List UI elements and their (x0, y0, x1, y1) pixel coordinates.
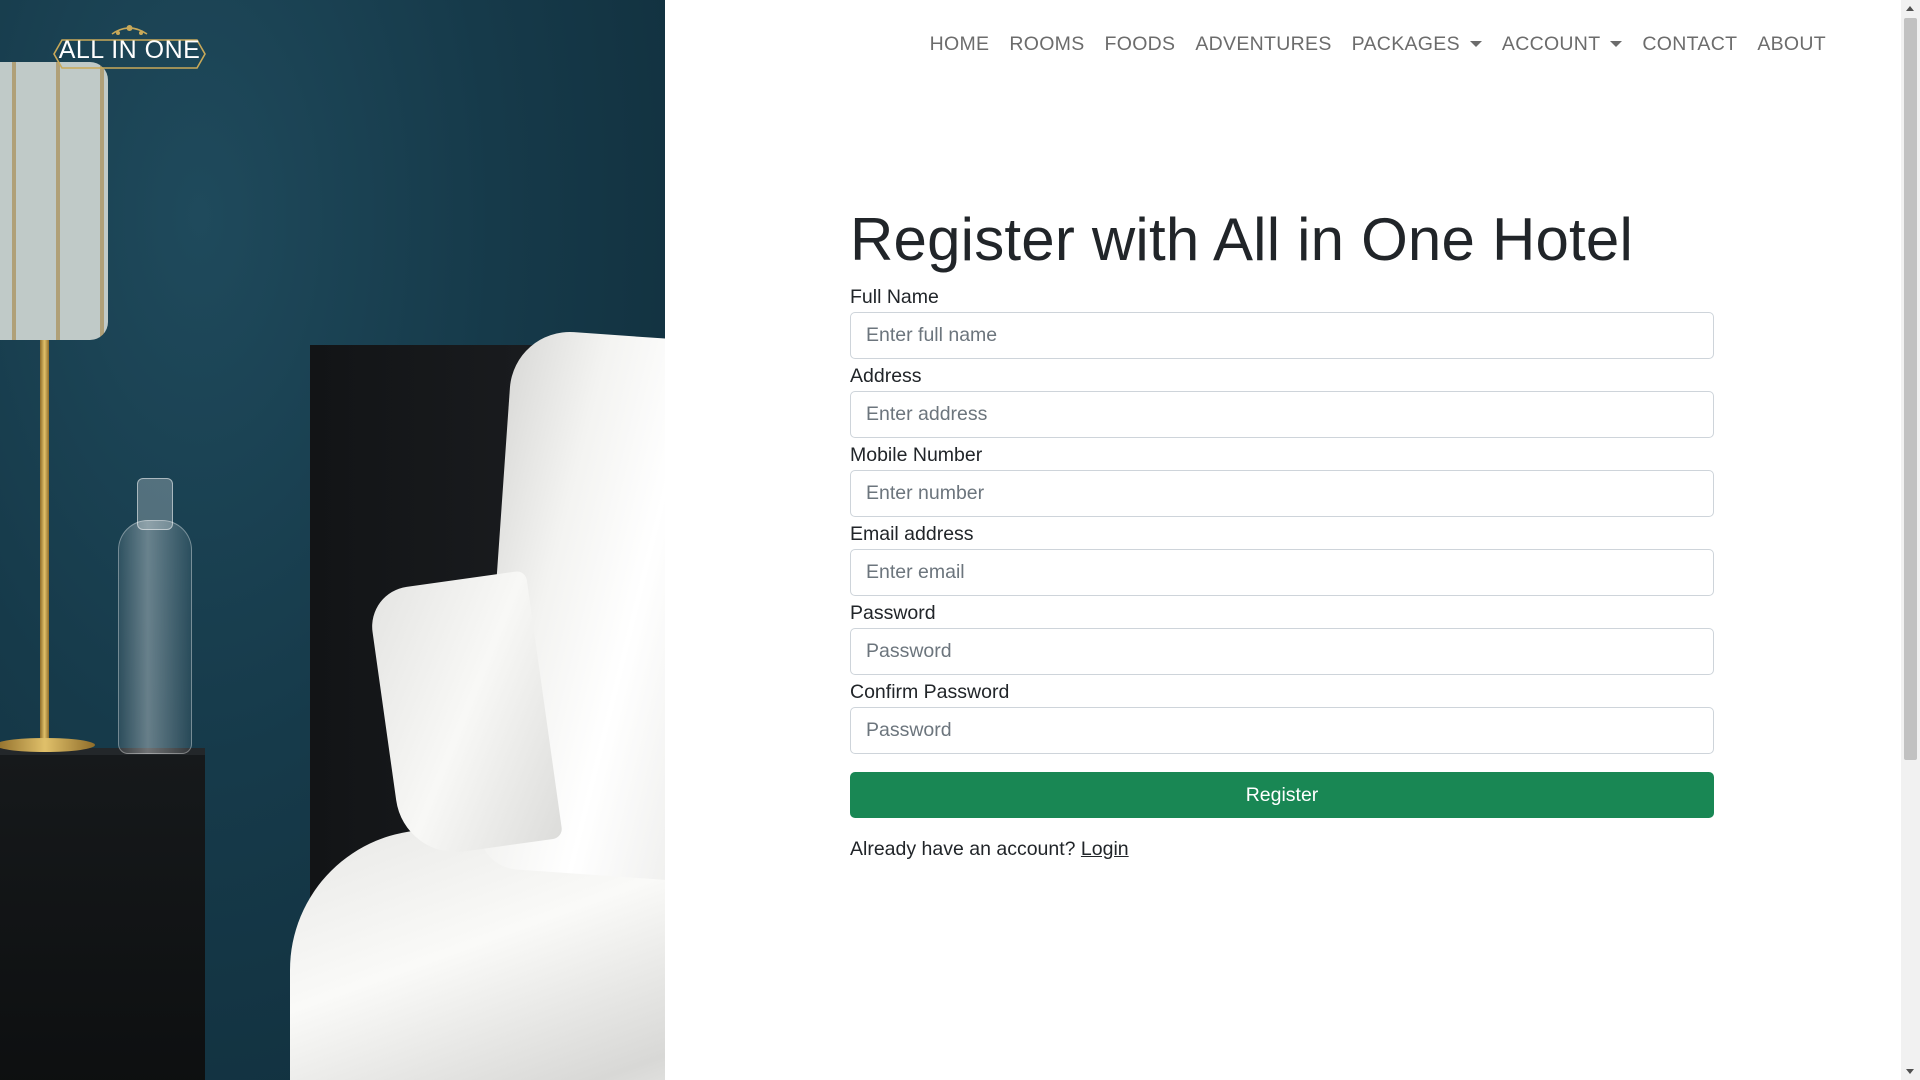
chevron-down-icon (1610, 41, 1623, 47)
login-prompt-text: Already have an account? (850, 838, 1076, 860)
scroll-up-icon[interactable] (1906, 6, 1914, 11)
bottle-shape (118, 520, 192, 754)
nav-rooms[interactable]: ROOMS (999, 28, 1094, 60)
mobile-number-input[interactable] (850, 470, 1714, 517)
login-prompt-row: Already have an account? Login (850, 838, 1714, 861)
nav-home-label: HOME (929, 33, 990, 55)
email-group: Email address (850, 521, 1714, 596)
nav-contact[interactable]: CONTACT (1632, 28, 1747, 60)
full-name-input[interactable] (850, 312, 1714, 359)
brand-logo[interactable]: ALL IN ONE (52, 20, 207, 72)
chevron-down-icon (1469, 41, 1482, 47)
address-label: Address (850, 365, 922, 387)
register-button[interactable]: Register (850, 772, 1714, 818)
nav-about[interactable]: ABOUT (1747, 28, 1836, 60)
page-title: Register with All in One Hotel (850, 206, 1634, 273)
confirm-password-group: Confirm Password (850, 679, 1714, 754)
confirm-password-label: Confirm Password (850, 681, 1010, 703)
lamp-base-shape (0, 738, 95, 752)
main-navbar: HOME ROOMS FOODS ADVENTURES PACKAGES ACC… (920, 28, 1836, 60)
password-label: Password (850, 602, 936, 624)
register-form: Register with All in One Hotel Full Name… (850, 200, 1714, 861)
scroll-thumb[interactable] (1904, 18, 1917, 760)
nightstand-shape (0, 755, 205, 1080)
nav-home[interactable]: HOME (920, 28, 1000, 60)
password-input[interactable] (850, 628, 1714, 675)
nav-foods-label: FOODS (1104, 33, 1176, 55)
login-link[interactable]: Login (1081, 838, 1129, 860)
nav-adventures[interactable]: ADVENTURES (1185, 28, 1341, 60)
nav-contact-label: CONTACT (1642, 33, 1738, 55)
scroll-down-icon[interactable] (1906, 1069, 1914, 1074)
address-input[interactable] (850, 391, 1714, 438)
nav-about-label: ABOUT (1757, 33, 1826, 55)
full-name-label: Full Name (850, 286, 939, 308)
hero-image: ALL IN ONE (0, 0, 665, 1080)
email-input[interactable] (850, 549, 1714, 596)
nav-rooms-label: ROOMS (1009, 33, 1085, 55)
lamp-pole-shape (40, 340, 49, 740)
page-scrollbar[interactable] (1901, 0, 1920, 1080)
nav-account-label: ACCOUNT (1501, 33, 1601, 55)
logo-text: ALL IN ONE (58, 36, 201, 64)
email-label: Email address (850, 523, 974, 545)
password-group: Password (850, 600, 1714, 675)
mobile-number-label: Mobile Number (850, 444, 983, 466)
lampshade-shape (0, 62, 108, 340)
mobile-number-group: Mobile Number (850, 442, 1714, 517)
address-group: Address (850, 363, 1714, 438)
nav-account-dropdown[interactable]: ACCOUNT (1492, 28, 1633, 60)
full-name-group: Full Name (850, 284, 1714, 359)
confirm-password-input[interactable] (850, 707, 1714, 754)
nav-adventures-label: ADVENTURES (1195, 33, 1332, 55)
nav-packages-dropdown[interactable]: PACKAGES (1342, 28, 1492, 60)
nav-foods[interactable]: FOODS (1095, 28, 1186, 60)
nav-packages-label: PACKAGES (1351, 33, 1460, 55)
